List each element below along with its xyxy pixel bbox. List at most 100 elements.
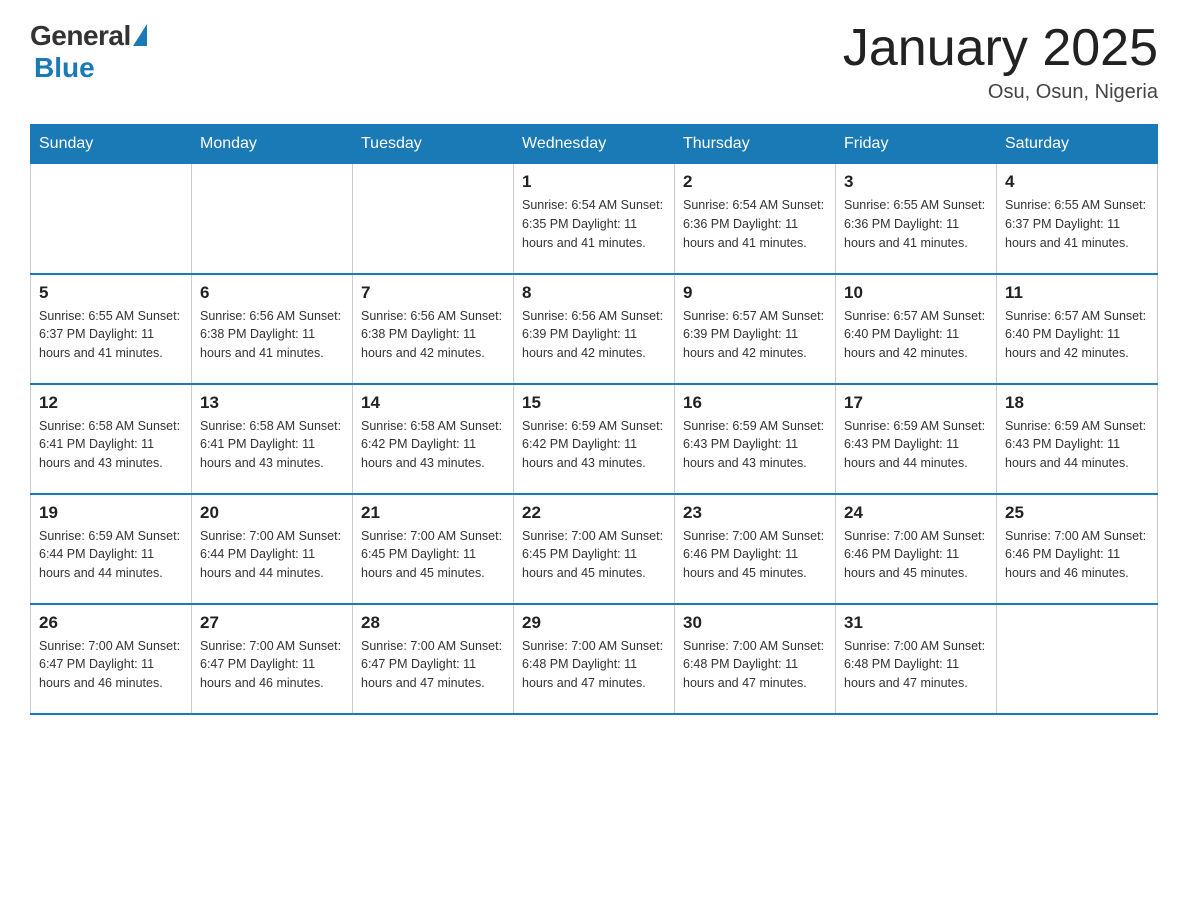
day-number: 30	[683, 613, 827, 633]
day-info: Sunrise: 7:00 AM Sunset: 6:46 PM Dayligh…	[1005, 527, 1149, 583]
day-info: Sunrise: 7:00 AM Sunset: 6:48 PM Dayligh…	[522, 637, 666, 693]
calendar-day-29: 29 Sunrise: 7:00 AM Sunset: 6:48 PM Dayli…	[514, 604, 675, 714]
calendar-day-4: 4 Sunrise: 6:55 AM Sunset: 6:37 PM Daylig…	[997, 164, 1158, 274]
day-number: 31	[844, 613, 988, 633]
calendar-header-friday: Friday	[836, 125, 997, 164]
calendar-day-8: 8 Sunrise: 6:56 AM Sunset: 6:39 PM Daylig…	[514, 274, 675, 384]
title-section: January 2025 Osu, Osun, Nigeria	[843, 20, 1158, 104]
day-info: Sunrise: 6:57 AM Sunset: 6:39 PM Dayligh…	[683, 307, 827, 363]
calendar-day-20: 20 Sunrise: 7:00 AM Sunset: 6:44 PM Dayli…	[192, 494, 353, 604]
day-info: Sunrise: 6:58 AM Sunset: 6:42 PM Dayligh…	[361, 417, 505, 473]
logo-triangle-icon	[133, 24, 147, 46]
day-info: Sunrise: 6:56 AM Sunset: 6:39 PM Dayligh…	[522, 307, 666, 363]
page-header: General Blue January 2025 Osu, Osun, Nig…	[30, 20, 1158, 104]
day-number: 16	[683, 393, 827, 413]
calendar-day-11: 11Sunrise: 6:57 AM Sunset: 6:40 PM Dayli…	[997, 274, 1158, 384]
calendar-week-row-1: 1 Sunrise: 6:54 AM Sunset: 6:35 PM Daylig…	[31, 164, 1158, 274]
calendar-header-wednesday: Wednesday	[514, 125, 675, 164]
logo-blue-text: Blue	[34, 52, 95, 84]
day-number: 8	[522, 283, 666, 303]
day-number: 21	[361, 503, 505, 523]
calendar-day-19: 19Sunrise: 6:59 AM Sunset: 6:44 PM Dayli…	[31, 494, 192, 604]
day-number: 2	[683, 172, 827, 192]
month-title: January 2025	[843, 20, 1158, 77]
day-info: Sunrise: 6:54 AM Sunset: 6:35 PM Dayligh…	[522, 196, 666, 252]
location-text: Osu, Osun, Nigeria	[843, 81, 1158, 104]
day-number: 18	[1005, 393, 1149, 413]
day-number: 27	[200, 613, 344, 633]
day-number: 11	[1005, 283, 1149, 303]
calendar-table: SundayMondayTuesdayWednesdayThursdayFrid…	[30, 124, 1158, 715]
day-number: 29	[522, 613, 666, 633]
calendar-week-row-5: 26 Sunrise: 7:00 AM Sunset: 6:47 PM Dayli…	[31, 604, 1158, 714]
day-info: Sunrise: 6:57 AM Sunset: 6:40 PM Dayligh…	[844, 307, 988, 363]
calendar-day-31: 31Sunrise: 7:00 AM Sunset: 6:48 PM Dayli…	[836, 604, 997, 714]
day-info: Sunrise: 7:00 AM Sunset: 6:46 PM Dayligh…	[683, 527, 827, 583]
calendar-day-3: 3Sunrise: 6:55 AM Sunset: 6:36 PM Daylig…	[836, 164, 997, 274]
day-number: 28	[361, 613, 505, 633]
day-info: Sunrise: 6:59 AM Sunset: 6:43 PM Dayligh…	[683, 417, 827, 473]
calendar-empty-cell	[31, 164, 192, 274]
day-number: 17	[844, 393, 988, 413]
day-info: Sunrise: 7:00 AM Sunset: 6:45 PM Dayligh…	[522, 527, 666, 583]
calendar-day-28: 28Sunrise: 7:00 AM Sunset: 6:47 PM Dayli…	[353, 604, 514, 714]
day-number: 6	[200, 283, 344, 303]
day-number: 23	[683, 503, 827, 523]
calendar-day-25: 25Sunrise: 7:00 AM Sunset: 6:46 PM Dayli…	[997, 494, 1158, 604]
day-number: 26	[39, 613, 183, 633]
calendar-header-saturday: Saturday	[997, 125, 1158, 164]
day-info: Sunrise: 6:56 AM Sunset: 6:38 PM Dayligh…	[361, 307, 505, 363]
day-number: 4	[1005, 172, 1149, 192]
calendar-day-17: 17 Sunrise: 6:59 AM Sunset: 6:43 PM Dayli…	[836, 384, 997, 494]
calendar-header-tuesday: Tuesday	[353, 125, 514, 164]
calendar-empty-cell	[997, 604, 1158, 714]
day-number: 14	[361, 393, 505, 413]
day-number: 15	[522, 393, 666, 413]
calendar-day-10: 10 Sunrise: 6:57 AM Sunset: 6:40 PM Dayli…	[836, 274, 997, 384]
calendar-empty-cell	[192, 164, 353, 274]
day-info: Sunrise: 7:00 AM Sunset: 6:47 PM Dayligh…	[39, 637, 183, 693]
day-info: Sunrise: 6:56 AM Sunset: 6:38 PM Dayligh…	[200, 307, 344, 363]
calendar-day-13: 13Sunrise: 6:58 AM Sunset: 6:41 PM Dayli…	[192, 384, 353, 494]
day-info: Sunrise: 7:00 AM Sunset: 6:44 PM Dayligh…	[200, 527, 344, 583]
calendar-day-7: 7 Sunrise: 6:56 AM Sunset: 6:38 PM Daylig…	[353, 274, 514, 384]
day-info: Sunrise: 6:58 AM Sunset: 6:41 PM Dayligh…	[39, 417, 183, 473]
calendar-day-6: 6 Sunrise: 6:56 AM Sunset: 6:38 PM Daylig…	[192, 274, 353, 384]
day-number: 20	[200, 503, 344, 523]
calendar-day-12: 12 Sunrise: 6:58 AM Sunset: 6:41 PM Dayli…	[31, 384, 192, 494]
logo: General Blue	[30, 20, 147, 84]
calendar-header-row: SundayMondayTuesdayWednesdayThursdayFrid…	[31, 125, 1158, 164]
calendar-day-14: 14 Sunrise: 6:58 AM Sunset: 6:42 PM Dayli…	[353, 384, 514, 494]
calendar-day-1: 1 Sunrise: 6:54 AM Sunset: 6:35 PM Daylig…	[514, 164, 675, 274]
day-number: 1	[522, 172, 666, 192]
day-number: 3	[844, 172, 988, 192]
calendar-empty-cell	[353, 164, 514, 274]
day-number: 7	[361, 283, 505, 303]
day-info: Sunrise: 6:54 AM Sunset: 6:36 PM Dayligh…	[683, 196, 827, 252]
day-number: 9	[683, 283, 827, 303]
day-number: 19	[39, 503, 183, 523]
calendar-day-26: 26 Sunrise: 7:00 AM Sunset: 6:47 PM Dayli…	[31, 604, 192, 714]
calendar-day-2: 2 Sunrise: 6:54 AM Sunset: 6:36 PM Daylig…	[675, 164, 836, 274]
calendar-day-23: 23 Sunrise: 7:00 AM Sunset: 6:46 PM Dayli…	[675, 494, 836, 604]
day-info: Sunrise: 7:00 AM Sunset: 6:48 PM Dayligh…	[683, 637, 827, 693]
calendar-day-27: 27 Sunrise: 7:00 AM Sunset: 6:47 PM Dayli…	[192, 604, 353, 714]
day-info: Sunrise: 6:59 AM Sunset: 6:42 PM Dayligh…	[522, 417, 666, 473]
day-number: 5	[39, 283, 183, 303]
calendar-day-24: 24Sunrise: 7:00 AM Sunset: 6:46 PM Dayli…	[836, 494, 997, 604]
day-number: 24	[844, 503, 988, 523]
calendar-day-5: 5Sunrise: 6:55 AM Sunset: 6:37 PM Daylig…	[31, 274, 192, 384]
day-info: Sunrise: 6:59 AM Sunset: 6:43 PM Dayligh…	[844, 417, 988, 473]
day-number: 12	[39, 393, 183, 413]
day-number: 13	[200, 393, 344, 413]
day-info: Sunrise: 7:00 AM Sunset: 6:47 PM Dayligh…	[200, 637, 344, 693]
calendar-day-15: 15 Sunrise: 6:59 AM Sunset: 6:42 PM Dayli…	[514, 384, 675, 494]
day-info: Sunrise: 6:59 AM Sunset: 6:43 PM Dayligh…	[1005, 417, 1149, 473]
day-info: Sunrise: 6:55 AM Sunset: 6:37 PM Dayligh…	[1005, 196, 1149, 252]
calendar-header-monday: Monday	[192, 125, 353, 164]
day-number: 10	[844, 283, 988, 303]
calendar-week-row-2: 5Sunrise: 6:55 AM Sunset: 6:37 PM Daylig…	[31, 274, 1158, 384]
day-info: Sunrise: 7:00 AM Sunset: 6:45 PM Dayligh…	[361, 527, 505, 583]
calendar-day-30: 30 Sunrise: 7:00 AM Sunset: 6:48 PM Dayli…	[675, 604, 836, 714]
calendar-header-thursday: Thursday	[675, 125, 836, 164]
